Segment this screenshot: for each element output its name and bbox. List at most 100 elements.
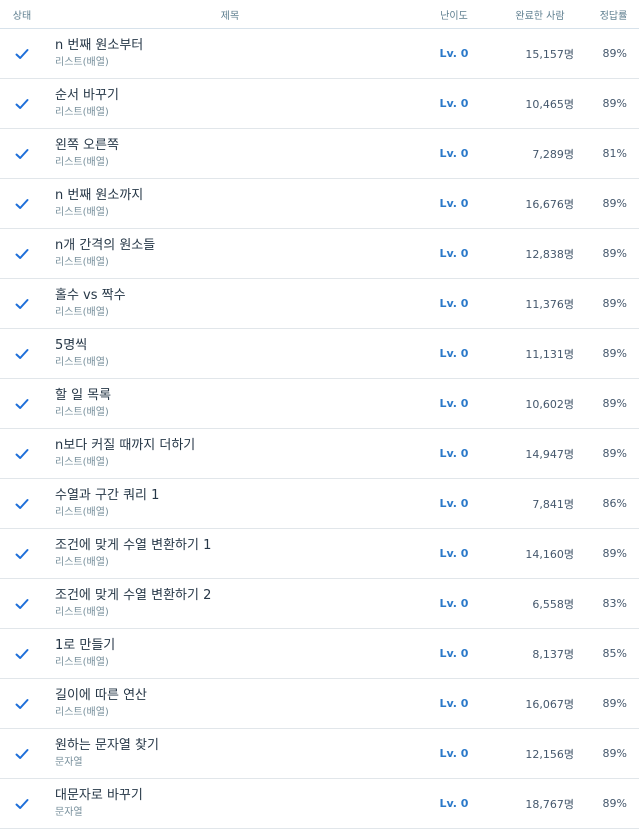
problem-title-cell: 할 일 목록 리스트(배열) bbox=[44, 387, 416, 420]
problem-category: 리스트(배열) bbox=[55, 657, 109, 668]
problem-accuracy-rate: 83% bbox=[602, 597, 627, 610]
check-icon bbox=[0, 96, 44, 112]
problem-completed-count: 16,067명 bbox=[525, 697, 574, 711]
problem-category: 리스트(배열) bbox=[55, 557, 109, 568]
check-icon bbox=[0, 196, 44, 212]
problem-title-link[interactable]: 조건에 맞게 수열 변환하기 2 bbox=[55, 587, 416, 604]
problem-title-cell: 순서 바꾸기 리스트(배열) bbox=[44, 87, 416, 120]
problem-category: 문자열 bbox=[55, 757, 83, 768]
problem-completed-count: 12,156명 bbox=[525, 747, 574, 761]
problem-level: Lv. 0 bbox=[439, 297, 469, 310]
problem-level: Lv. 0 bbox=[439, 447, 469, 460]
problem-category: 리스트(배열) bbox=[55, 407, 109, 418]
table-row[interactable]: 조건에 맞게 수열 변환하기 1 리스트(배열) Lv. 0 14,160명 8… bbox=[0, 529, 639, 579]
problem-category: 리스트(배열) bbox=[55, 207, 109, 218]
problem-level: Lv. 0 bbox=[439, 97, 469, 110]
problem-accuracy-rate: 89% bbox=[602, 747, 627, 760]
problem-title-link[interactable]: 수열과 구간 쿼리 1 bbox=[55, 487, 416, 504]
problem-title-link[interactable]: n개 간격의 원소들 bbox=[55, 237, 416, 254]
problem-category: 리스트(배열) bbox=[55, 57, 109, 68]
problem-accuracy-rate: 89% bbox=[602, 547, 627, 560]
problem-title-link[interactable]: 조건에 맞게 수열 변환하기 1 bbox=[55, 537, 416, 554]
problem-accuracy-rate: 86% bbox=[602, 497, 627, 510]
problem-title-link[interactable]: 1로 만들기 bbox=[55, 637, 416, 654]
problem-title-link[interactable]: 왼쪽 오른쪽 bbox=[55, 137, 416, 154]
table-row[interactable]: n 번째 원소까지 리스트(배열) Lv. 0 16,676명 89% bbox=[0, 179, 639, 229]
problem-level: Lv. 0 bbox=[439, 647, 469, 660]
problem-title-link[interactable]: 길이에 따른 연산 bbox=[55, 687, 416, 704]
table-row[interactable]: n개 간격의 원소들 리스트(배열) Lv. 0 12,838명 89% bbox=[0, 229, 639, 279]
table-row[interactable]: 5명씩 리스트(배열) Lv. 0 11,131명 89% bbox=[0, 329, 639, 379]
problem-completed-count: 8,137명 bbox=[532, 647, 574, 661]
problem-title-link[interactable]: n 번째 원소부터 bbox=[55, 37, 416, 54]
table-row[interactable]: 조건에 맞게 수열 변환하기 2 리스트(배열) Lv. 0 6,558명 83… bbox=[0, 579, 639, 629]
problem-title-cell: 조건에 맞게 수열 변환하기 1 리스트(배열) bbox=[44, 537, 416, 570]
problem-category: 리스트(배열) bbox=[55, 707, 109, 718]
problem-category: 리스트(배열) bbox=[55, 507, 109, 518]
problem-completed-count: 18,767명 bbox=[525, 797, 574, 811]
table-row[interactable]: 할 일 목록 리스트(배열) Lv. 0 10,602명 89% bbox=[0, 379, 639, 429]
table-header: 상태 제목 난이도 완료한 사람 정답률 bbox=[0, 0, 639, 29]
problem-title-cell: n보다 커질 때까지 더하기 리스트(배열) bbox=[44, 437, 416, 470]
problem-completed-count: 14,160명 bbox=[525, 547, 574, 561]
problem-title-link[interactable]: 홀수 vs 짝수 bbox=[55, 287, 416, 304]
problem-title-cell: n 번째 원소까지 리스트(배열) bbox=[44, 187, 416, 220]
table-row[interactable]: 원하는 문자열 찾기 문자열 Lv. 0 12,156명 89% bbox=[0, 729, 639, 779]
header-completed: 완료한 사람 bbox=[515, 10, 565, 22]
problem-completed-count: 6,558명 bbox=[532, 597, 574, 611]
problem-title-link[interactable]: n보다 커질 때까지 더하기 bbox=[55, 437, 416, 454]
header-level: 난이도 bbox=[440, 10, 468, 22]
problem-accuracy-rate: 81% bbox=[602, 147, 627, 160]
problem-completed-count: 16,676명 bbox=[525, 197, 574, 211]
problem-title-link[interactable]: 대문자로 바꾸기 bbox=[55, 787, 416, 804]
check-icon bbox=[0, 346, 44, 362]
problem-level: Lv. 0 bbox=[439, 797, 469, 810]
problem-title-cell: 길이에 따른 연산 리스트(배열) bbox=[44, 687, 416, 720]
problem-title-cell: 홀수 vs 짝수 리스트(배열) bbox=[44, 287, 416, 320]
problem-level: Lv. 0 bbox=[439, 147, 469, 160]
problem-accuracy-rate: 89% bbox=[602, 47, 627, 60]
problem-title-cell: 5명씩 리스트(배열) bbox=[44, 337, 416, 370]
check-icon bbox=[0, 696, 44, 712]
problem-title-link[interactable]: n 번째 원소까지 bbox=[55, 187, 416, 204]
check-icon bbox=[0, 646, 44, 662]
problem-completed-count: 7,841명 bbox=[532, 497, 574, 511]
problem-level: Lv. 0 bbox=[439, 697, 469, 710]
problem-completed-count: 12,838명 bbox=[525, 247, 574, 261]
table-row[interactable]: n 번째 원소부터 리스트(배열) Lv. 0 15,157명 89% bbox=[0, 29, 639, 79]
problem-title-cell: n 번째 원소부터 리스트(배열) bbox=[44, 37, 416, 70]
table-row[interactable]: 홀수 vs 짝수 리스트(배열) Lv. 0 11,376명 89% bbox=[0, 279, 639, 329]
problem-category: 리스트(배열) bbox=[55, 607, 109, 618]
problem-level: Lv. 0 bbox=[439, 397, 469, 410]
header-status: 상태 bbox=[12, 10, 32, 22]
check-icon bbox=[0, 396, 44, 412]
problem-accuracy-rate: 89% bbox=[602, 197, 627, 210]
problem-completed-count: 10,602명 bbox=[525, 397, 574, 411]
header-rate: 정답률 bbox=[599, 10, 628, 22]
problem-title-cell: 조건에 맞게 수열 변환하기 2 리스트(배열) bbox=[44, 587, 416, 620]
problem-accuracy-rate: 85% bbox=[602, 647, 627, 660]
table-row[interactable]: n보다 커질 때까지 더하기 리스트(배열) Lv. 0 14,947명 89% bbox=[0, 429, 639, 479]
problem-title-link[interactable]: 원하는 문자열 찾기 bbox=[55, 737, 416, 754]
check-icon bbox=[0, 546, 44, 562]
table-row[interactable]: 길이에 따른 연산 리스트(배열) Lv. 0 16,067명 89% bbox=[0, 679, 639, 729]
problem-level: Lv. 0 bbox=[439, 247, 469, 260]
table-row[interactable]: 순서 바꾸기 리스트(배열) Lv. 0 10,465명 89% bbox=[0, 79, 639, 129]
table-row[interactable]: 왼쪽 오른쪽 리스트(배열) Lv. 0 7,289명 81% bbox=[0, 129, 639, 179]
table-row[interactable]: 대문자로 바꾸기 문자열 Lv. 0 18,767명 89% bbox=[0, 779, 639, 829]
problem-title-cell: 원하는 문자열 찾기 문자열 bbox=[44, 737, 416, 770]
problem-title-link[interactable]: 순서 바꾸기 bbox=[55, 87, 416, 104]
problem-title-link[interactable]: 할 일 목록 bbox=[55, 387, 416, 404]
problem-category: 리스트(배열) bbox=[55, 357, 109, 368]
check-icon bbox=[0, 596, 44, 612]
table-row[interactable]: 수열과 구간 쿼리 1 리스트(배열) Lv. 0 7,841명 86% bbox=[0, 479, 639, 529]
check-icon bbox=[0, 796, 44, 812]
problem-level: Lv. 0 bbox=[439, 747, 469, 760]
problem-accuracy-rate: 89% bbox=[602, 397, 627, 410]
check-icon bbox=[0, 246, 44, 262]
problem-accuracy-rate: 89% bbox=[602, 297, 627, 310]
problem-completed-count: 15,157명 bbox=[525, 47, 574, 61]
problem-title-link[interactable]: 5명씩 bbox=[55, 337, 416, 354]
problem-title-cell: 수열과 구간 쿼리 1 리스트(배열) bbox=[44, 487, 416, 520]
table-row[interactable]: 1로 만들기 리스트(배열) Lv. 0 8,137명 85% bbox=[0, 629, 639, 679]
